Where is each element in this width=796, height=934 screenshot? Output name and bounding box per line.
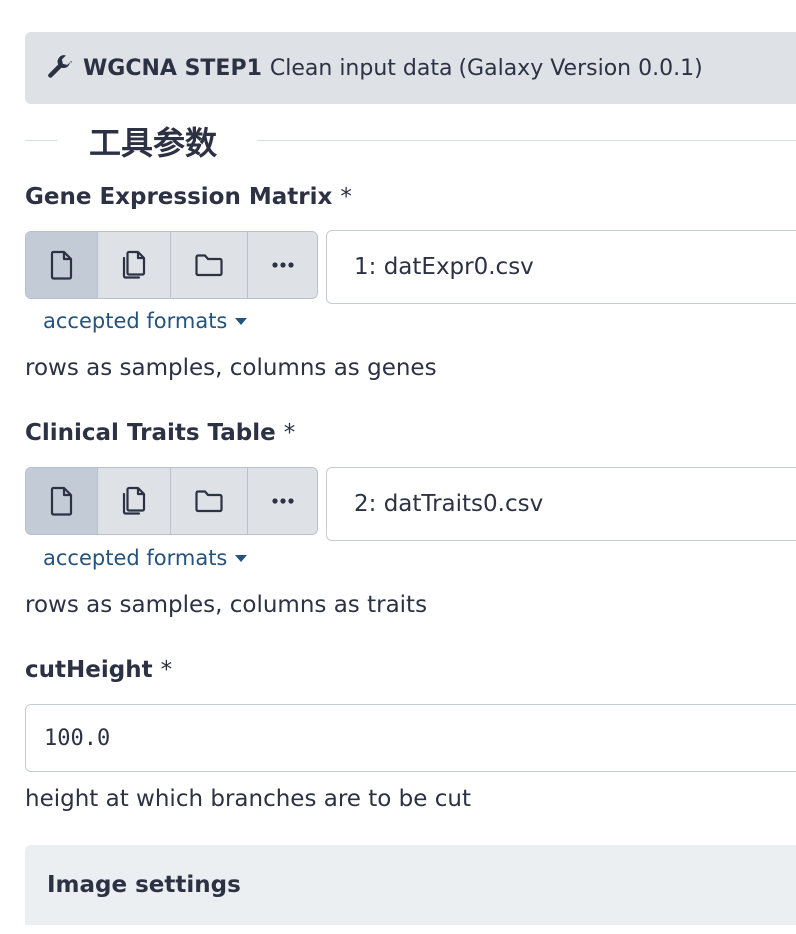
accepted-formats-toggle[interactable]: accepted formats (43, 546, 248, 570)
folder-icon (195, 254, 223, 277)
accepted-formats-label: accepted formats (43, 309, 228, 333)
files-icon (122, 486, 146, 515)
clinical-traits-dataset-select[interactable]: 2: datTraits0.csv (326, 467, 796, 541)
caret-down-icon (235, 554, 248, 562)
image-settings-section[interactable]: Image settings (25, 845, 796, 925)
divider (257, 140, 796, 141)
wrench-icon (45, 54, 73, 82)
field-label-text: cutHeight (25, 657, 153, 683)
multiple-datasets-button[interactable] (98, 232, 171, 298)
ellipsis-icon (271, 498, 294, 504)
ellipsis-icon (271, 262, 294, 268)
tool-name: WGCNA STEP1 (83, 55, 262, 81)
accepted-formats-toggle[interactable]: accepted formats (43, 309, 248, 333)
more-options-button[interactable] (248, 468, 317, 534)
more-options-button[interactable] (248, 232, 317, 298)
gene-expression-help: rows as samples, columns as genes (25, 355, 437, 381)
required-marker: * (283, 420, 296, 446)
clinical-traits-help: rows as samples, columns as traits (25, 592, 428, 618)
single-dataset-button[interactable] (26, 468, 98, 534)
required-marker: * (160, 657, 173, 683)
field-label-text: Gene Expression Matrix (25, 184, 333, 210)
folder-icon (195, 490, 223, 513)
tool-version: (Galaxy Version 0.0.1) (458, 55, 703, 81)
files-icon (122, 250, 146, 279)
dataset-collection-button[interactable] (171, 468, 248, 534)
field-label-text: Clinical Traits Table (25, 420, 276, 446)
data-source-button-group (25, 467, 318, 535)
tool-description: Clean input data (269, 55, 453, 81)
multiple-datasets-button[interactable] (98, 468, 171, 534)
gene-expression-matrix-label: Gene Expression Matrix * (25, 184, 352, 210)
caret-down-icon (235, 317, 248, 325)
file-icon (50, 250, 72, 280)
cut-height-help: height at which branches are to be cut (25, 786, 471, 812)
dataset-collection-button[interactable] (171, 232, 248, 298)
image-settings-title: Image settings (47, 872, 241, 898)
section-title-text: 工具参数 (89, 124, 218, 162)
cut-height-input[interactable]: 100.0 (25, 704, 796, 772)
required-marker: * (340, 184, 352, 210)
file-icon (50, 486, 72, 516)
clinical-traits-table-label: Clinical Traits Table * (25, 420, 295, 446)
cut-height-label: cutHeight * (25, 657, 172, 683)
tool-header: WGCNA STEP1 Clean input data (Galaxy Ver… (25, 32, 796, 104)
divider (25, 140, 57, 141)
section-title: 工具参数 (25, 112, 796, 172)
gene-expression-dataset-select[interactable]: 1: datExpr0.csv (326, 230, 796, 304)
data-source-button-group (25, 231, 318, 299)
accepted-formats-label: accepted formats (43, 546, 228, 570)
single-dataset-button[interactable] (26, 232, 98, 298)
